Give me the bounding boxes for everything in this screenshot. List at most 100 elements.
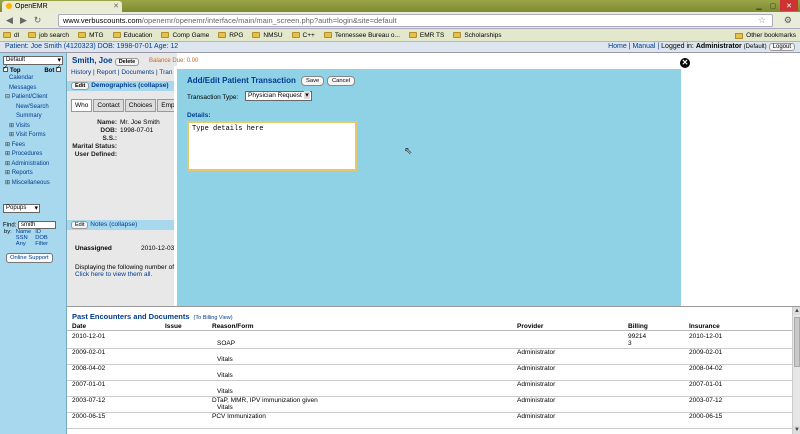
encounters-scrollbar[interactable]: ▲ ▼ [792, 307, 800, 434]
delete-patient-button[interactable]: Delete [114, 58, 140, 66]
left-nav: Default Top Bot Calendar Messages ⊟ Patien… [0, 53, 67, 434]
bookmark-item[interactable]: Scholarships [453, 32, 502, 39]
folder-icon [252, 32, 261, 38]
bot-checkbox[interactable] [56, 64, 61, 72]
encounter-row[interactable]: 2008-04-02 Vitals Administrator 2008-04-02 [67, 365, 800, 381]
encounter-row[interactable]: 2007-01-01 Vitals Administrator 2007-01-01 [67, 381, 800, 397]
encounter-insurance: 2007-01-01 [689, 381, 723, 388]
bot-toggle[interactable]: Bot [44, 64, 63, 74]
bookmark-item[interactable]: EMR TS [408, 32, 444, 39]
nav-item[interactable]: ⊞ Visits [0, 122, 66, 132]
encounter-reason: PCV Immunization [212, 413, 266, 420]
save-button[interactable]: Save [301, 76, 325, 86]
find-input[interactable]: smith [18, 221, 57, 229]
transaction-type-select[interactable]: Physician Request [245, 91, 312, 101]
reload-icon[interactable]: ↻ [32, 15, 43, 26]
maximize-icon[interactable]: ▢ [766, 0, 780, 11]
nav-item[interactable]: ⊞ Procedures [0, 150, 66, 160]
bookmark-item[interactable]: Comp Game [161, 32, 209, 39]
encounter-row[interactable]: 2009-02-01 Vitals Administrator 2009-02-01 [67, 349, 800, 365]
url-domain: www.verbuscounts.com [63, 16, 142, 25]
popups-select[interactable]: Popups [3, 204, 40, 213]
nav-item[interactable]: ⊞ Visit Forms [0, 131, 66, 141]
demographics-tab[interactable]: Choices [124, 99, 157, 112]
nav-item[interactable]: ⊞ Fees [0, 141, 66, 151]
bookmark-item[interactable]: NMSU [252, 32, 283, 39]
cancel-button[interactable]: Cancel [327, 76, 356, 86]
expand-icon[interactable]: ⊞ [5, 180, 12, 186]
bookmark-item[interactable]: C++ [291, 32, 315, 39]
nav-item[interactable]: Summary [0, 112, 66, 122]
nav-item[interactable]: Calendar [0, 74, 66, 84]
demographics-toggle[interactable]: Demographics (collapse) [91, 82, 168, 89]
bookmark-item[interactable]: Education [112, 32, 152, 39]
back-icon[interactable]: ◀ [4, 15, 15, 26]
header-insurance: Insurance [689, 323, 720, 330]
nav-item[interactable]: ⊞ Reports [0, 169, 66, 179]
expand-icon[interactable]: ⊞ [9, 132, 16, 138]
top-checkbox[interactable] [3, 64, 8, 72]
nav-item[interactable]: ⊞ Administration [0, 160, 66, 170]
scroll-thumb[interactable] [794, 317, 800, 367]
encounter-row[interactable]: 2000-06-15 PCV Immunization Administrator 2… [67, 413, 800, 429]
manual-link[interactable]: Manual [632, 43, 655, 50]
details-textarea[interactable]: Type details here [187, 121, 357, 171]
nav-item-label: Calendar [9, 75, 34, 81]
encounter-row[interactable]: 2010-12-01 SOAP 99214 3 2010-12-01 [67, 333, 800, 349]
patient-name-line: Smith, Joe Delete [72, 56, 140, 66]
scroll-down-icon[interactable]: ▼ [793, 426, 800, 434]
bookmark-item[interactable]: MTG [78, 32, 104, 39]
expand-icon[interactable]: ⊞ [9, 123, 16, 129]
demographics-tab[interactable]: Who [71, 99, 93, 112]
openemr-favicon-icon [6, 3, 12, 9]
nav-item[interactable]: New/Search [0, 103, 66, 113]
address-bar[interactable]: www.verbuscounts.com/openemr/openemr/int… [58, 14, 773, 27]
online-support-button[interactable]: Online Support [6, 253, 53, 263]
by-label: by: [4, 229, 12, 235]
bookmark-label: dl [14, 31, 20, 39]
find-by-any[interactable]: Any [14, 241, 33, 247]
bookmark-item[interactable]: RPG [218, 32, 243, 39]
patient-subnav[interactable]: History | Report | Documents | Tran [71, 69, 173, 76]
encounter-row[interactable]: 2003-07-12 DTaP, MMR, IPV immunization gi… [67, 397, 800, 413]
encounter-date: 2008-04-02 [72, 365, 106, 372]
encounter-insurance: 2010-12-01 [689, 333, 723, 340]
layout-select[interactable]: Default [3, 56, 63, 65]
modal-close-icon[interactable]: ✕ [679, 57, 691, 69]
edit-notes-button[interactable]: Edit [71, 221, 89, 229]
nav-item[interactable]: ⊟ Patient/Client [0, 93, 66, 103]
forward-icon[interactable]: ▶ [18, 15, 29, 26]
nav-item[interactable]: Messages [0, 84, 66, 94]
minimize-icon[interactable]: ▁ [752, 0, 766, 11]
bookmark-item[interactable]: Tennessee Bureau o... [323, 32, 400, 39]
expand-icon[interactable]: ⊞ [5, 151, 12, 157]
demographics-fields: Name: Mr. Joe Smith DOB: 1998-07-01 S.S.: Mar… [71, 119, 160, 159]
bookmark-star-icon[interactable]: ☆ [758, 15, 766, 26]
expand-icon[interactable]: ⊞ [5, 142, 12, 148]
other-bookmarks[interactable]: Other bookmarks [735, 32, 796, 39]
window-close-icon[interactable]: ✕ [780, 0, 798, 11]
notes-toggle[interactable]: Notes (collapse) [90, 221, 137, 228]
scroll-up-icon[interactable]: ▲ [793, 307, 800, 315]
encounter-provider: Administrator [517, 365, 556, 372]
close-tab-icon[interactable]: ✕ [113, 2, 119, 10]
find-label: Find: [3, 222, 17, 229]
bookmark-item[interactable]: dl [3, 32, 19, 39]
encounter-insurance: 2000-06-15 [689, 413, 723, 420]
header-date: Date [72, 323, 87, 330]
nav-item[interactable]: ⊞ Miscellaneous [0, 179, 66, 189]
browser-tab[interactable]: OpenEMR ✕ [2, 1, 122, 12]
notes-bar: Edit Notes (collapse) [67, 220, 177, 230]
view-all-notes-link[interactable]: Click here to view them all. [75, 271, 179, 278]
home-link[interactable]: Home [608, 43, 627, 50]
bookmark-item[interactable]: job search [28, 32, 69, 39]
top-toggle[interactable]: Top [3, 64, 21, 74]
demographics-tab[interactable]: Contact [93, 99, 124, 112]
expand-icon[interactable]: ⊟ [5, 94, 12, 100]
wrench-menu-icon[interactable]: ⚙ [784, 15, 792, 26]
edit-demographics-button[interactable]: Edit [71, 82, 90, 90]
logout-button[interactable]: Logout [768, 43, 795, 51]
billing-view-link[interactable]: (To Billing View) [194, 315, 233, 321]
find-filter[interactable]: Filter [33, 241, 50, 247]
expand-icon[interactable]: ⊞ [5, 170, 12, 176]
